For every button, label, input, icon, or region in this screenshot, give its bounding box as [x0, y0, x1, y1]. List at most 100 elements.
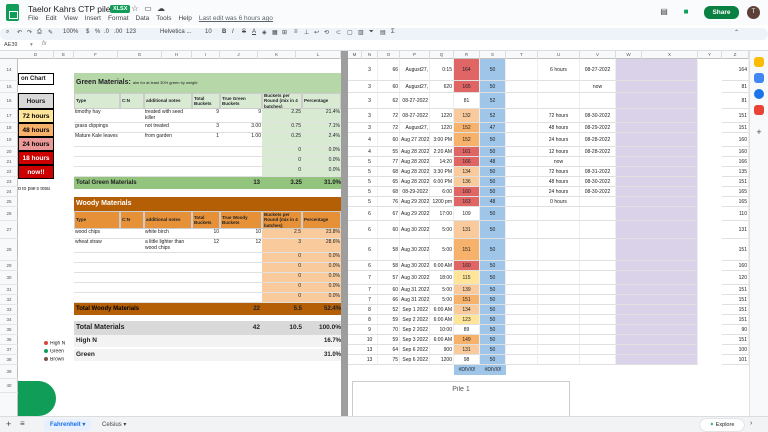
log-cell[interactable]: 60: [378, 285, 400, 295]
log-cell[interactable]: 08-29-2022: [580, 123, 616, 133]
log-cell[interactable]: 08-28-2022: [580, 133, 616, 147]
woody-cell[interactable]: [192, 253, 220, 263]
text-color-icon[interactable]: A: [252, 29, 256, 35]
green-cell[interactable]: 0.0%: [302, 147, 341, 157]
log-cell[interactable]: 98: [454, 355, 480, 365]
log-cell[interactable]: 50: [480, 325, 506, 335]
log-cell[interactable]: [506, 167, 538, 177]
log-cell[interactable]: 3: [362, 109, 378, 123]
log-cell[interactable]: 160: [454, 187, 480, 197]
log-cell[interactable]: [538, 315, 580, 325]
woody-cell[interactable]: [74, 283, 120, 293]
row-header-16[interactable]: 30: [0, 271, 18, 285]
row-header-0[interactable]: 14: [0, 59, 18, 81]
log-cell[interactable]: 165: [722, 197, 749, 207]
wrap-icon[interactable]: ↩: [314, 29, 319, 36]
row-header-7[interactable]: 21: [0, 157, 18, 167]
column-header-right-1[interactable]: N: [362, 51, 378, 59]
log-cell[interactable]: 08-30-2022: [580, 177, 616, 187]
green-cell[interactable]: from garden: [144, 133, 192, 147]
column-header-right-8[interactable]: U: [538, 51, 580, 59]
log-cell[interactable]: [580, 355, 616, 365]
log-cell[interactable]: 3: [362, 59, 378, 81]
log-cell[interactable]: 166: [454, 157, 480, 167]
woody-cell[interactable]: [120, 239, 144, 253]
log-cell[interactable]: 165: [454, 81, 480, 93]
column-header-right-0[interactable]: M: [348, 51, 362, 59]
log-cell[interactable]: 151: [722, 295, 749, 305]
woody-cell[interactable]: [220, 273, 262, 283]
log-cell[interactable]: 50: [480, 221, 506, 239]
woody-cell[interactable]: [144, 263, 192, 273]
log-cell[interactable]: 60: [378, 133, 400, 147]
log-cell[interactable]: 50: [480, 285, 506, 295]
green-cell[interactable]: 0.75: [262, 123, 302, 133]
increase-decimal-button[interactable]: .00: [114, 29, 122, 35]
log-cell[interactable]: 55: [378, 147, 400, 157]
log-cell[interactable]: 131: [454, 345, 480, 355]
log-cell[interactable]: [580, 197, 616, 207]
row-header-21[interactable]: 35: [0, 325, 18, 335]
log-cell[interactable]: 08-27-2022: [400, 109, 430, 123]
log-cell[interactable]: 149: [454, 335, 480, 345]
log-cell[interactable]: 50: [480, 167, 506, 177]
log-cell[interactable]: 50: [480, 261, 506, 271]
menu-view[interactable]: View: [64, 15, 78, 22]
green-cell[interactable]: 3: [192, 123, 220, 133]
log-cell[interactable]: 50: [480, 81, 506, 93]
contacts-icon[interactable]: [754, 89, 764, 99]
font-size-select[interactable]: 10: [205, 29, 212, 35]
log-cell[interactable]: 620: [430, 81, 454, 93]
log-cell[interactable]: 6 hours: [538, 59, 580, 81]
green-cell[interactable]: 0: [262, 157, 302, 167]
log-cell[interactable]: [506, 221, 538, 239]
decrease-decimal-button[interactable]: .0: [104, 29, 109, 35]
log-cell[interactable]: 132: [454, 109, 480, 123]
log-cell[interactable]: 50: [480, 177, 506, 187]
log-cell[interactable]: 08-27-2022: [400, 93, 430, 109]
log-cell[interactable]: 6:00 AM: [430, 305, 454, 315]
log-cell[interactable]: [506, 345, 538, 355]
log-cell[interactable]: 14:20: [430, 157, 454, 167]
log-cell[interactable]: 17:00: [430, 207, 454, 221]
log-cell[interactable]: 5: [362, 157, 378, 167]
log-cell[interactable]: [642, 133, 698, 147]
green-cell[interactable]: 1: [192, 133, 220, 147]
woody-cell[interactable]: 0.0%: [302, 273, 341, 283]
log-cell[interactable]: 50: [480, 295, 506, 305]
log-cell[interactable]: 3: [362, 81, 378, 93]
log-cell[interactable]: 67: [378, 207, 400, 221]
log-cell[interactable]: 164: [722, 59, 749, 81]
column-header-1[interactable]: E: [54, 51, 74, 59]
woody-cell[interactable]: 0: [262, 283, 302, 293]
log-cell[interactable]: 50: [480, 147, 506, 157]
log-cell[interactable]: now: [580, 81, 616, 93]
log-cell[interactable]: 81: [722, 81, 749, 93]
green-cell[interactable]: [120, 157, 144, 167]
fill-color-icon[interactable]: ◈: [262, 29, 267, 36]
row-header-22[interactable]: 36: [0, 335, 18, 345]
log-cell[interactable]: [642, 355, 698, 365]
green-cell[interactable]: 9: [220, 109, 262, 123]
log-cell[interactable]: Aug 30 2022: [400, 239, 430, 261]
log-blank-cell[interactable]: [348, 177, 362, 187]
green-cell[interactable]: [120, 133, 144, 147]
woody-cell[interactable]: [120, 263, 144, 273]
log-cell[interactable]: [580, 261, 616, 271]
log-blank-cell[interactable]: [348, 239, 362, 261]
green-cell[interactable]: [220, 167, 262, 177]
log-cell[interactable]: [580, 271, 616, 285]
pile-chart[interactable]: Pile 1: [352, 381, 570, 416]
log-cell[interactable]: 13: [362, 345, 378, 355]
log-cell[interactable]: 50: [480, 335, 506, 345]
log-blank-cell[interactable]: [616, 305, 642, 315]
log-cell[interactable]: Aug 30 2022: [400, 271, 430, 285]
log-cell[interactable]: [580, 93, 616, 109]
log-cell[interactable]: 6:00 AM: [430, 335, 454, 345]
log-cell[interactable]: 12 hours: [538, 147, 580, 157]
log-blank-cell[interactable]: [348, 335, 362, 345]
log-blank-cell[interactable]: [616, 109, 642, 123]
log-cell[interactable]: [580, 305, 616, 315]
column-header-right-3[interactable]: P: [400, 51, 430, 59]
row-header-1[interactable]: 15: [0, 81, 18, 93]
